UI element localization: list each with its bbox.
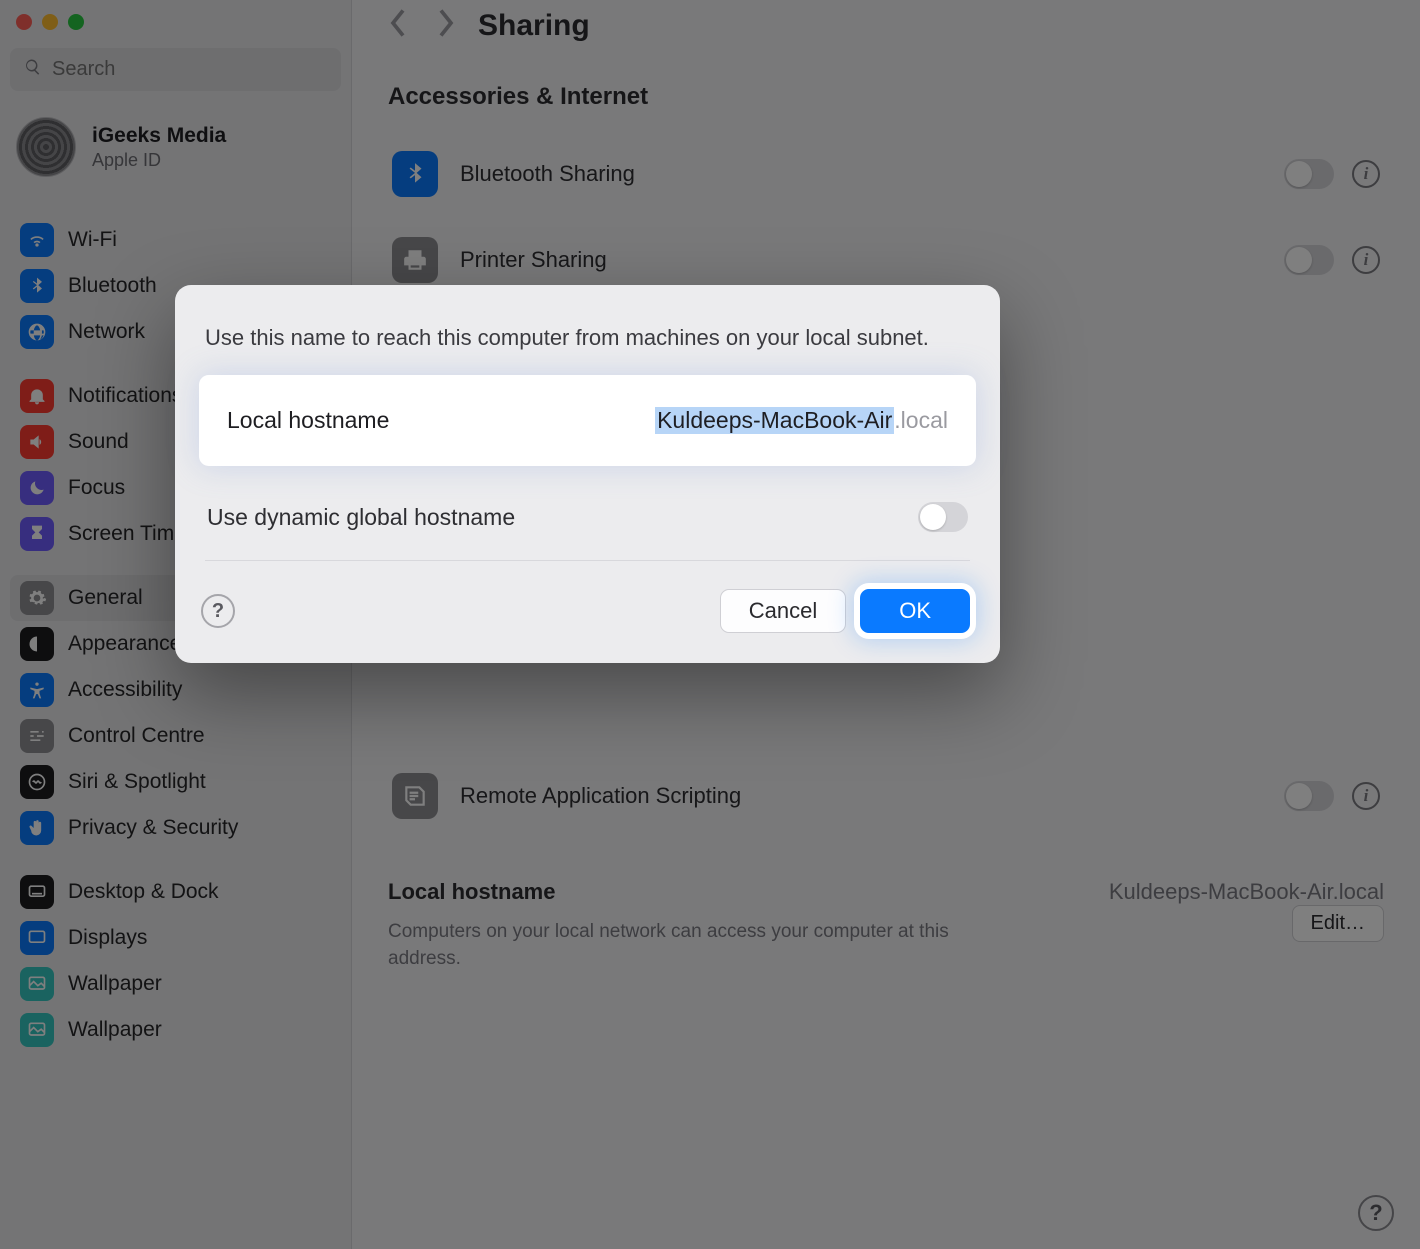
dynamic-hostname-toggle[interactable] [918, 502, 968, 532]
cancel-button[interactable]: Cancel [720, 589, 846, 633]
dynamic-hostname-row: Use dynamic global hostname [205, 498, 970, 561]
hostname-suffix: .local [894, 407, 948, 434]
edit-hostname-dialog: Use this name to reach this computer fro… [175, 285, 1000, 663]
hostname-field-row[interactable]: Local hostname Kuldeeps-MacBook-Air.loca… [205, 381, 970, 460]
dialog-help-button[interactable]: ? [201, 594, 235, 628]
dialog-description: Use this name to reach this computer fro… [175, 325, 1000, 381]
hostname-selected-text: Kuldeeps-MacBook-Air [655, 407, 894, 434]
dynamic-hostname-label: Use dynamic global hostname [207, 504, 898, 531]
hostname-field-value[interactable]: Kuldeeps-MacBook-Air.local [655, 407, 948, 434]
ok-button[interactable]: OK [860, 589, 970, 633]
hostname-field-label: Local hostname [227, 407, 655, 434]
